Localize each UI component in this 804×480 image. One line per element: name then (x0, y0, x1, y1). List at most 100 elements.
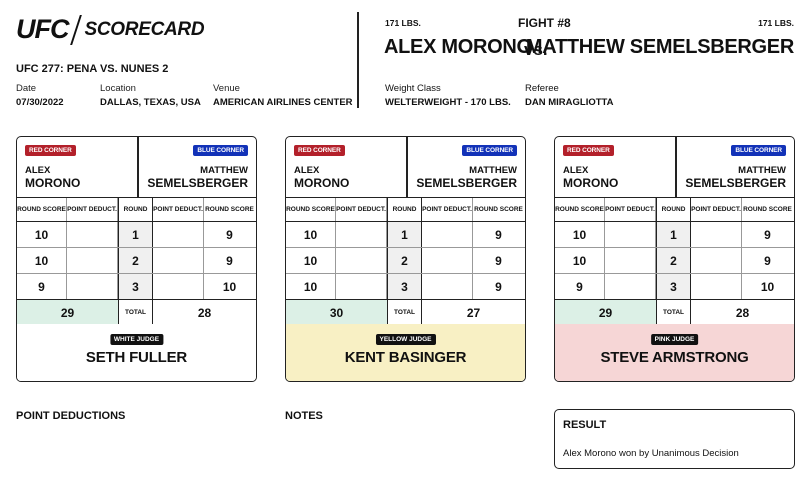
round-header: ROUND (387, 198, 422, 221)
score-header-row: ROUND SCORE POINT DEDUCT. ROUND POINT DE… (17, 198, 256, 222)
blue-round-score: 9 (226, 227, 233, 242)
blue-round-score: 9 (226, 253, 233, 268)
event-name: UFC 277: PENA VS. NUNES 2 (16, 63, 169, 75)
total-label: TOTAL (656, 300, 691, 325)
blue-corner-fighter: MATTHEW SEMELSBERGER (147, 165, 248, 190)
round-header: ROUND (656, 198, 691, 221)
red-round-score: 10 (555, 222, 605, 247)
blue-round-score: 9 (764, 227, 771, 242)
blue-point-deduct-header: POINT DEDUCT. (691, 198, 742, 221)
red-point-deduction (67, 222, 118, 247)
blue-weight: 171 LBS. (758, 18, 794, 28)
judge-tag: PINK JUDGE (650, 334, 699, 345)
red-point-deduction (336, 248, 387, 273)
judge-footer: WHITE JUDGE SETH FULLER (17, 324, 256, 381)
location-block: Location DALLAS, TEXAS, USA (100, 83, 201, 108)
round-number: 2 (118, 248, 153, 273)
red-point-deduction (605, 274, 656, 299)
blue-point-deduction (153, 222, 204, 247)
round-header: ROUND (118, 198, 153, 221)
referee-block: Referee DAN MIRAGLIOTTA (525, 83, 613, 108)
red-round-score-header: ROUND SCORE (555, 198, 605, 221)
blue-point-deduction (422, 248, 473, 273)
blue-round-score-header: ROUND SCORE (474, 206, 523, 213)
round-row: 10 2 9 (555, 248, 794, 274)
round-row: 10 2 9 (17, 248, 256, 274)
fighter-names-row: RED CORNER ALEX MORONO BLUE CORNER MATTH… (286, 137, 525, 198)
red-last-name: MORONO (294, 176, 350, 190)
red-fighter-name: ALEX MORONO (384, 36, 532, 58)
red-round-score: 9 (555, 274, 605, 299)
score-grid: ROUND SCORE POINT DEDUCT. ROUND POINT DE… (17, 198, 256, 326)
total-label: TOTAL (387, 300, 422, 325)
red-round-score: 10 (555, 248, 605, 273)
round-number: 1 (387, 222, 422, 247)
red-first-name: ALEX (25, 165, 51, 176)
blue-round-score: 10 (222, 279, 237, 294)
fighter-names-row: RED CORNER ALEX MORONO BLUE CORNER MATTH… (555, 137, 794, 198)
fighter-names-row: RED CORNER ALEX MORONO BLUE CORNER MATTH… (17, 137, 256, 198)
score-grid: ROUND SCORE POINT DEDUCT. ROUND POINT DE… (286, 198, 525, 326)
blue-total: 28 (197, 305, 212, 320)
red-point-deduct-header: POINT DEDUCT. (67, 198, 118, 221)
red-last-name: MORONO (563, 176, 619, 190)
red-round-score: 10 (286, 222, 336, 247)
judge-name: STEVE ARMSTRONG (600, 349, 749, 366)
blue-round-score: 9 (495, 227, 502, 242)
blue-corner-fighter: MATTHEW SEMELSBERGER (416, 165, 517, 190)
fight-number: FIGHT #8 (518, 16, 571, 30)
date-block: Date 07/30/2022 (16, 83, 64, 108)
blue-corner-badge: BLUE CORNER (462, 145, 517, 156)
red-corner-badge: RED CORNER (25, 145, 76, 156)
blue-fighter-name: MATTHEW SEMELSBERGER (525, 36, 794, 58)
blue-round-score-header: ROUND SCORE (205, 206, 254, 213)
blue-point-deduction (153, 274, 204, 299)
red-corner-badge: RED CORNER (294, 145, 345, 156)
blue-round-score: 9 (764, 253, 771, 268)
red-round-score: 10 (286, 274, 336, 299)
blue-point-deduction (691, 248, 742, 273)
logo-divider (69, 14, 82, 45)
totals-row: 29 TOTAL 28 (17, 300, 256, 326)
date-value: 07/30/2022 (16, 97, 64, 108)
round-row: 9 3 10 (555, 274, 794, 300)
score-header-row: ROUND SCORE POINT DEDUCT. ROUND POINT DE… (286, 198, 525, 222)
scorecard-title: SCORECARD (84, 18, 205, 40)
judge-footer: PINK JUDGE STEVE ARMSTRONG (555, 324, 794, 381)
red-first-name: ALEX (563, 165, 589, 176)
blue-point-deduction (691, 274, 742, 299)
round-number: 1 (118, 222, 153, 247)
referee-label: Referee (525, 83, 559, 94)
result-title: RESULT (563, 419, 607, 431)
venue-block: Venue AMERICAN AIRLINES CENTER (213, 83, 353, 108)
red-point-deduction (336, 274, 387, 299)
judge-scorecard: RED CORNER ALEX MORONO BLUE CORNER MATTH… (285, 136, 526, 382)
blue-point-deduction (422, 222, 473, 247)
red-point-deduction (605, 248, 656, 273)
result-text: Alex Morono won by Unanimous Decision (563, 448, 739, 459)
round-row: 10 1 9 (555, 222, 794, 248)
score-grid: ROUND SCORE POINT DEDUCT. ROUND POINT DE… (555, 198, 794, 326)
location-label: Location (100, 83, 136, 94)
round-number: 3 (656, 274, 691, 299)
total-label: TOTAL (118, 300, 153, 325)
red-round-score: 10 (286, 248, 336, 273)
round-row: 10 3 9 (286, 274, 525, 300)
judge-name: KENT BASINGER (344, 349, 467, 366)
round-number: 3 (387, 274, 422, 299)
blue-point-deduct-header: POINT DEDUCT. (153, 198, 204, 221)
notes-title: NOTES (285, 410, 323, 422)
blue-last-name: SEMELSBERGER (416, 176, 517, 190)
red-total: 29 (555, 300, 656, 325)
totals-row: 30 TOTAL 27 (286, 300, 525, 326)
corner-divider (137, 137, 139, 198)
score-header-row: ROUND SCORE POINT DEDUCT. ROUND POINT DE… (555, 198, 794, 222)
referee-value: DAN MIRAGLIOTTA (525, 97, 614, 108)
judge-name: SETH FULLER (85, 349, 188, 366)
judge-tag: WHITE JUDGE (109, 334, 164, 345)
round-number: 3 (118, 274, 153, 299)
red-point-deduction (605, 222, 656, 247)
red-first-name: ALEX (294, 165, 320, 176)
red-weight: 171 LBS. (385, 18, 421, 28)
red-point-deduction (67, 248, 118, 273)
